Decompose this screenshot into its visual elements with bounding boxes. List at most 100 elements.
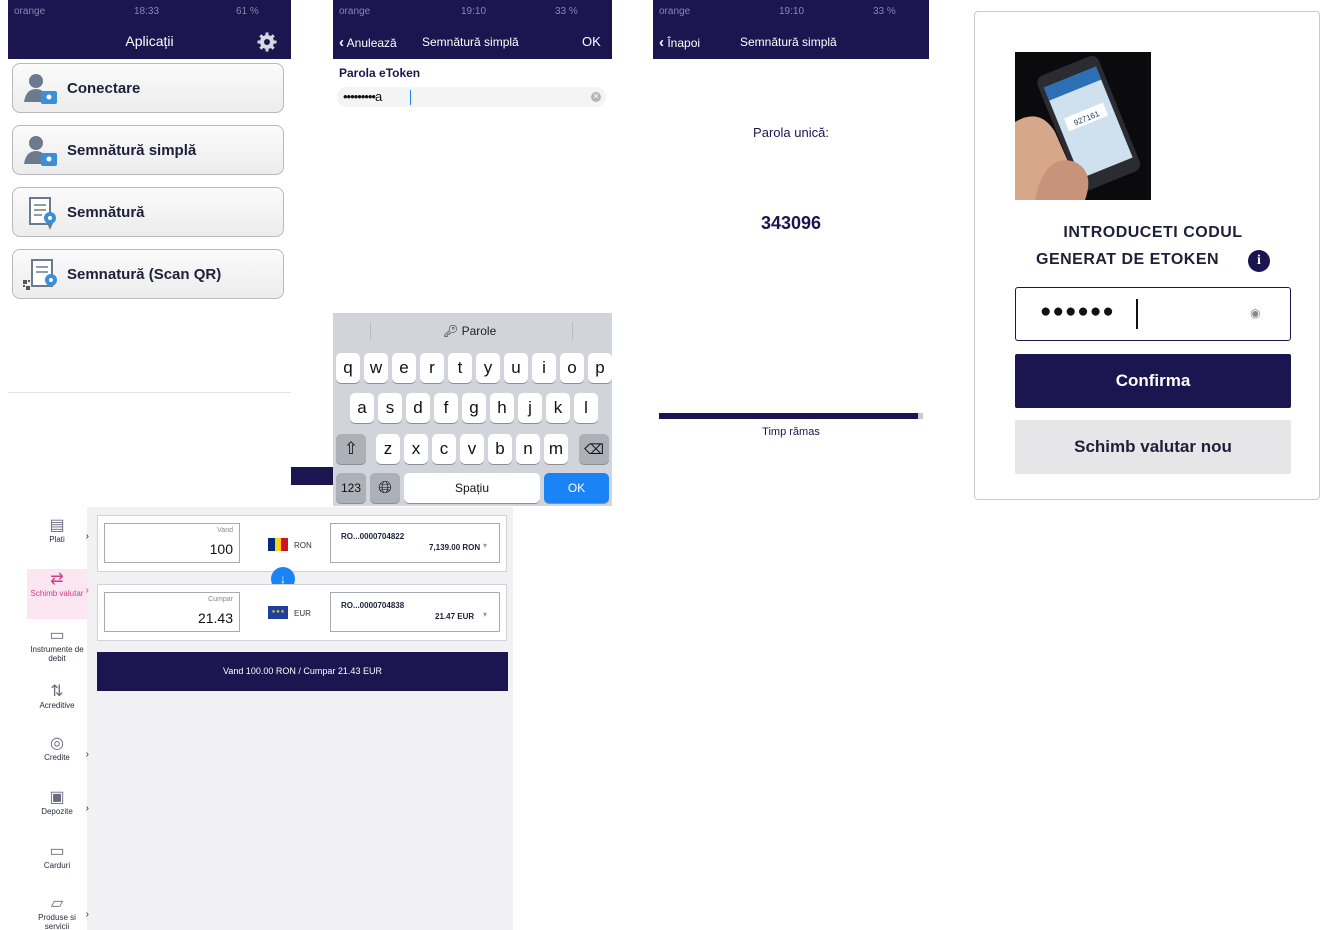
divider — [370, 322, 371, 340]
shift-key[interactable]: ⇧ — [336, 434, 366, 464]
key-i[interactable]: i — [532, 353, 556, 383]
letters-of-credit-icon: ⇅ — [50, 683, 64, 700]
sidebar-item-instrumente-de-debit[interactable]: ▭ Instrumente de debit — [27, 625, 87, 663]
sidebar-item-carduri[interactable]: ▭ Carduri — [27, 841, 87, 870]
password-input[interactable]: •••••••••a ✕ — [337, 87, 606, 107]
user-card-icon — [23, 72, 59, 106]
connect-label: Conectare — [67, 80, 141, 97]
gear-icon[interactable] — [257, 32, 277, 52]
cancel-label: Anulează — [346, 36, 397, 50]
cancel-button[interactable]: ‹ Anulează — [339, 34, 397, 51]
sidebar-item-produse-si-servicii[interactable]: ▱ Produse si servicii › — [27, 893, 89, 930]
debit-instruments-icon: ▭ — [49, 627, 65, 644]
key-y[interactable]: y — [476, 353, 500, 383]
key-h[interactable]: h — [490, 393, 514, 423]
key-z[interactable]: z — [376, 434, 400, 464]
sidebar-item-label: Schimb valutar — [30, 589, 84, 598]
clear-icon[interactable]: ✕ — [591, 92, 601, 102]
key-b[interactable]: b — [488, 434, 512, 464]
simple-signature-button[interactable]: Semnătură simplă — [12, 125, 284, 175]
sell-balance: 7,139.00 RON — [429, 543, 481, 552]
key-g[interactable]: g — [462, 393, 486, 423]
summary-button[interactable]: Vand 100.00 RON / Cumpar 21.43 EUR — [97, 652, 508, 691]
key-s[interactable]: s — [378, 393, 402, 423]
key-r[interactable]: r — [420, 353, 444, 383]
key-l[interactable]: l — [574, 393, 598, 423]
key-o[interactable]: o — [560, 353, 584, 383]
passwords-suggestion[interactable]: 🔑︎ Parole — [443, 324, 496, 338]
sidebar-item-label: Credite — [44, 753, 70, 762]
buy-account-select[interactable]: RO...0000704838 21.47 EUR ▾ — [330, 592, 500, 632]
sidebar-item-label: Depozite — [41, 807, 73, 816]
status-bar: orange 19:10 33 % — [653, 0, 929, 24]
key-q[interactable]: q — [336, 353, 360, 383]
key-e[interactable]: e — [392, 353, 416, 383]
key-k[interactable]: k — [546, 393, 570, 423]
signature-label: Semnătură — [67, 204, 145, 221]
key-u[interactable]: u — [504, 353, 528, 383]
sidebar-item-label: Instrumente de debit — [30, 645, 84, 663]
status-carrier: orange — [659, 6, 691, 17]
sell-currency: RON — [294, 541, 312, 550]
confirm-button[interactable]: Confirma — [1015, 354, 1291, 408]
sidebar-item-acreditive[interactable]: ⇅ Acreditive — [27, 681, 87, 710]
keyboard: 🔑︎ Parole qwertyuiop asdfghjkl zxcvbnm ⇧ ⌫… — [333, 313, 612, 506]
buy-amount-input[interactable]: Cumpar 21.43 — [104, 592, 240, 632]
key-m[interactable]: m — [544, 434, 568, 464]
signature-button[interactable]: Semnătură — [12, 187, 284, 237]
sidebar-item-depozite[interactable]: ▣ Depozite › — [27, 787, 89, 816]
chevron-right-icon: › — [85, 803, 89, 814]
divider — [572, 322, 573, 340]
return-key[interactable]: OK — [544, 473, 609, 503]
key-x[interactable]: x — [404, 434, 428, 464]
sidebar-item-credite[interactable]: ◎ Credite › — [27, 733, 89, 762]
ok-button[interactable]: OK — [582, 34, 601, 49]
sell-account-select[interactable]: RO...0000704822 7,139.00 RON ▾ — [330, 523, 500, 563]
space-key[interactable]: Spațiu — [404, 473, 540, 503]
nav-bar: orange 19:10 33 % ‹ Înapoi Semnătură sim… — [653, 0, 929, 59]
status-time: 19:10 — [779, 6, 805, 17]
key-w[interactable]: w — [364, 353, 388, 383]
nav-title: Semnătură simplă — [422, 35, 519, 49]
key-f[interactable]: f — [434, 393, 458, 423]
info-icon[interactable]: i — [1248, 250, 1270, 272]
payments-icon: ▤ — [49, 517, 65, 534]
timer-label: Timp rămas — [762, 426, 820, 438]
status-bar: orange 19:10 33 % — [333, 0, 612, 24]
key-a[interactable]: a — [350, 393, 374, 423]
back-button[interactable]: ‹ Înapoi — [659, 34, 700, 51]
code-value: ●●●●●● — [1040, 301, 1115, 322]
sidebar-item-label: Produse si servicii — [38, 913, 76, 930]
key-d[interactable]: d — [406, 393, 430, 423]
romania-flag-icon — [268, 538, 289, 551]
sidebar-item-plati[interactable]: ▤ Plati › — [27, 515, 89, 544]
key-v[interactable]: v — [460, 434, 484, 464]
otp-screen: orange 19:10 33 % ‹ Înapoi Semnătură sim… — [653, 0, 929, 500]
new-exchange-button[interactable]: Schimb valutar nou — [1015, 420, 1291, 474]
key-t[interactable]: t — [448, 353, 472, 383]
status-carrier: orange — [14, 6, 46, 17]
sell-amount-input[interactable]: Vand 100 — [104, 523, 240, 563]
key-p[interactable]: p — [588, 353, 612, 383]
code-input[interactable]: ●●●●●● ◉ — [1015, 287, 1291, 341]
signature-scan-qr-button[interactable]: Semnatură (Scan QR) — [12, 249, 284, 299]
key-c[interactable]: c — [432, 434, 456, 464]
status-time: 18:33 — [134, 6, 160, 17]
globe-key[interactable]: 🌐︎ — [370, 473, 400, 503]
apps-title: Aplicații — [125, 33, 174, 49]
key-j[interactable]: j — [518, 393, 542, 423]
numbers-key[interactable]: 123 — [336, 473, 366, 503]
connect-button[interactable]: Conectare — [12, 63, 284, 113]
backspace-key[interactable]: ⌫ — [579, 434, 609, 464]
buy-account: RO...0000704838 — [341, 601, 405, 610]
enter-code-card: 927161 INTRODUCETI CODUL GENERAT DE ETOK… — [974, 11, 1320, 500]
text-cursor — [410, 90, 411, 105]
nav-bar: orange 19:10 33 % ‹ Anulează Semnătură s… — [333, 0, 612, 59]
apps-screen: orange 18:33 61 % Aplicații Conectare Se… — [8, 0, 341, 515]
key-n[interactable]: n — [516, 434, 540, 464]
sidebar-item-schimb-valutar[interactable]: ⇄ Schimb valutar › — [27, 569, 89, 619]
eye-icon[interactable]: ◉ — [1250, 306, 1260, 320]
chevron-left-icon: ‹ — [659, 34, 664, 51]
sell-value: 100 — [209, 541, 233, 557]
etoken-password-screen: orange 19:10 33 % ‹ Anulează Semnătură s… — [333, 0, 612, 506]
